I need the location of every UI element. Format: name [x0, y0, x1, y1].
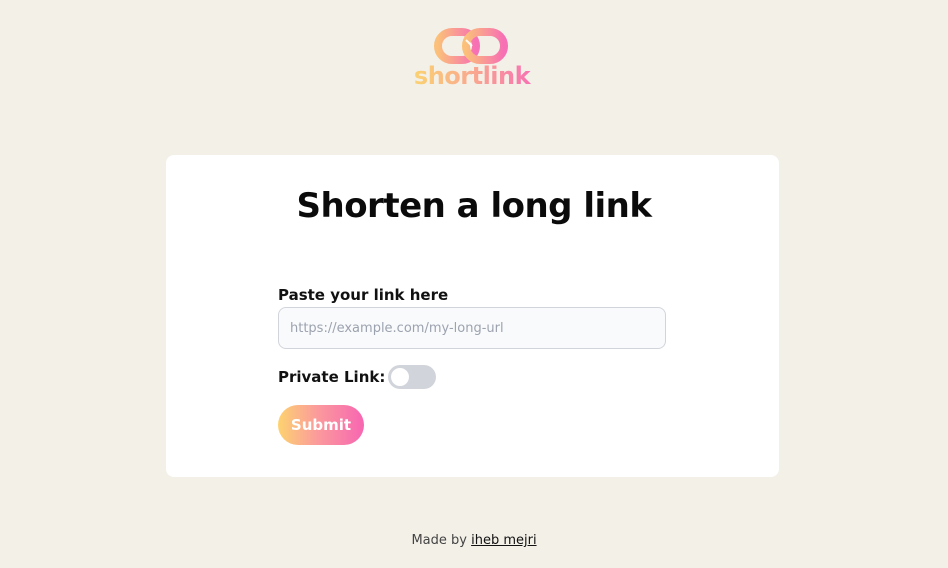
page: shortlink Shorten a long link Paste your…: [0, 0, 948, 568]
private-link-toggle[interactable]: [388, 365, 436, 389]
footer: Made by iheb mejri: [0, 532, 948, 550]
toggle-knob: [390, 367, 410, 387]
brand-name: shortlink: [410, 62, 534, 90]
chain-link-icon: [434, 28, 508, 64]
card-title: Shorten a long link: [296, 186, 652, 226]
private-link-label: Private Link:: [278, 368, 386, 386]
link-label: Paste your link here: [278, 286, 449, 304]
brand-logo[interactable]: shortlink: [410, 26, 534, 96]
submit-button[interactable]: Submit: [278, 405, 364, 445]
link-input[interactable]: [278, 307, 666, 349]
footer-prefix: Made by: [411, 533, 467, 548]
author-link[interactable]: iheb mejri: [471, 533, 536, 548]
